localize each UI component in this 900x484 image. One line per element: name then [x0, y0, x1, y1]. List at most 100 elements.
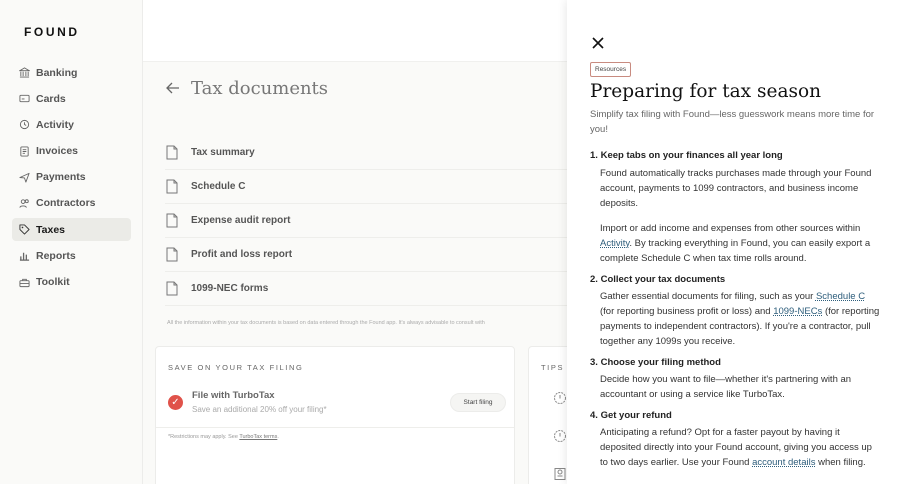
document-icon [165, 213, 179, 228]
document-label: Expense audit report [191, 215, 291, 226]
tip-clock-icon [554, 430, 566, 442]
step-title: 1. Keep tabs on your finances all year l… [590, 148, 880, 163]
step-paragraph: Decide how you want to file—whether it's… [600, 374, 852, 400]
step-title: 4. Get your refund [590, 408, 880, 423]
sidebar-nav: Banking Cards Activity Invoices Payments… [12, 61, 131, 297]
steps-list: 1. Keep tabs on your finances all year l… [590, 148, 880, 470]
sidebar-item-activity[interactable]: Activity [12, 113, 131, 136]
document-label: Tax summary [191, 147, 255, 158]
app-logo[interactable]: FOUND [24, 25, 80, 39]
step-heading: Collect your tax documents [600, 274, 726, 285]
step-4: 4. Get your refund Anticipating a refund… [590, 408, 880, 470]
document-icon [165, 281, 179, 296]
page-title: Tax documents [191, 78, 329, 99]
sidebar-item-label: Contractors [36, 197, 96, 210]
tag-icon [19, 224, 30, 235]
sidebar-item-invoices[interactable]: Invoices [12, 140, 131, 163]
document-icon [165, 179, 179, 194]
step-2: 2. Collect your tax documents Gather ess… [590, 272, 880, 349]
sidebar: FOUND Banking Cards Activity Invoices Pa… [0, 0, 143, 484]
step-heading: Get your refund [600, 410, 672, 421]
document-label: Profit and loss report [191, 249, 293, 260]
document-icon [19, 146, 30, 157]
clock-icon [19, 119, 30, 130]
sidebar-item-label: Payments [36, 171, 86, 184]
sidebar-item-taxes[interactable]: Taxes [12, 218, 131, 242]
account-details-link[interactable]: account details [752, 457, 815, 468]
schedule-c-link[interactable]: Schedule C [816, 291, 865, 302]
send-icon [19, 172, 30, 183]
panel-title: Preparing for tax season [590, 81, 822, 102]
divider [156, 427, 514, 428]
step-3: 3. Choose your filing method Decide how … [590, 355, 880, 402]
sidebar-item-contractors[interactable]: Contractors [12, 192, 131, 215]
restrictions-suffix: . [277, 434, 279, 440]
people-icon [19, 198, 30, 209]
1099-necs-link[interactable]: 1099-NECs [773, 306, 822, 317]
activity-link[interactable]: Activity [600, 238, 629, 249]
step-number: 1. [590, 150, 598, 161]
sidebar-item-cards[interactable]: Cards [12, 87, 131, 110]
document-row-expense-audit[interactable]: Expense audit report [165, 204, 585, 238]
sidebar-item-label: Taxes [36, 223, 65, 236]
start-filing-button[interactable]: Start filing [450, 393, 506, 412]
card-heading: SAVE ON YOUR TAX FILING [168, 363, 304, 372]
document-row-profit-loss[interactable]: Profit and loss report [165, 238, 585, 272]
step-paragraph: Anticipating a refund? Opt for a faster … [590, 425, 880, 470]
disclaimer-text: All the information within your tax docu… [167, 320, 485, 326]
sidebar-item-toolkit[interactable]: Toolkit [12, 271, 131, 294]
sidebar-item-reports[interactable]: Reports [12, 244, 131, 267]
sidebar-item-label: Reports [36, 249, 76, 262]
step-title: 2. Collect your tax documents [590, 272, 880, 287]
restrictions-prefix: *Restrictions may apply. See [168, 434, 240, 440]
sidebar-item-label: Banking [36, 66, 78, 79]
document-icon [165, 145, 179, 160]
step-title: 3. Choose your filing method [590, 355, 880, 370]
step-number: 4. [590, 410, 598, 421]
resources-panel: Resources Preparing for tax season Simpl… [567, 0, 900, 484]
save-on-filing-card: SAVE ON YOUR TAX FILING ✓ File with Turb… [155, 346, 515, 484]
turbotax-subtitle: Save an additional 20% off your filing* [192, 405, 327, 414]
document-label: 1099-NEC forms [191, 283, 269, 294]
step-text: Gather essential documents for filing, s… [600, 291, 816, 302]
step-paragraph: Found automatically tracks purchases mad… [600, 168, 872, 209]
document-row-schedule-c[interactable]: Schedule C [165, 170, 585, 204]
turbotax-check-icon: ✓ [168, 395, 183, 410]
step-number: 3. [590, 357, 598, 368]
bar-chart-icon [19, 250, 30, 262]
turbotax-title: File with TurboTax [192, 390, 275, 401]
turbotax-terms-link[interactable]: TurboTax terms [239, 434, 277, 440]
step-heading: Keep tabs on your finances all year long [600, 150, 783, 161]
step-text: . By tracking everything in Found, you c… [600, 238, 871, 264]
back-arrow-icon[interactable] [165, 80, 181, 96]
tip-document-icon [554, 468, 566, 480]
step-heading: Choose your filing method [600, 357, 721, 368]
sidebar-item-label: Invoices [36, 145, 79, 158]
card-icon [19, 93, 30, 104]
restrictions-note: *Restrictions may apply. See TurboTax te… [168, 434, 279, 440]
document-row-tax-summary[interactable]: Tax summary [165, 136, 585, 170]
panel-subtitle: Simplify tax filing with Found—less gues… [590, 109, 875, 135]
step-text: (for reporting business profit or loss) … [600, 306, 774, 317]
close-icon[interactable] [591, 36, 605, 50]
toolbox-icon [19, 277, 30, 288]
step-number: 2. [590, 274, 598, 285]
step-1: 1. Keep tabs on your finances all year l… [590, 148, 880, 266]
sidebar-item-banking[interactable]: Banking [12, 61, 131, 84]
bank-icon [19, 67, 30, 78]
document-icon [165, 247, 179, 262]
document-row-1099-nec[interactable]: 1099-NEC forms [165, 272, 585, 306]
card-heading: TIPS [541, 363, 565, 372]
sidebar-item-payments[interactable]: Payments [12, 166, 131, 189]
sidebar-item-label: Cards [36, 92, 66, 105]
step-paragraph: Gather essential documents for filing, s… [590, 289, 880, 349]
document-list: Tax summary Schedule C Expense audit rep… [165, 136, 585, 306]
tip-clock-icon [554, 392, 566, 404]
sidebar-item-label: Toolkit [36, 276, 70, 288]
document-label: Schedule C [191, 181, 246, 192]
step-text: when filing. [815, 457, 866, 468]
step-text: Import or add income and expenses from o… [600, 223, 861, 234]
sidebar-item-label: Activity [36, 118, 74, 131]
resources-badge: Resources [590, 62, 632, 77]
step-paragraph: Import or add income and expenses from o… [590, 221, 880, 266]
